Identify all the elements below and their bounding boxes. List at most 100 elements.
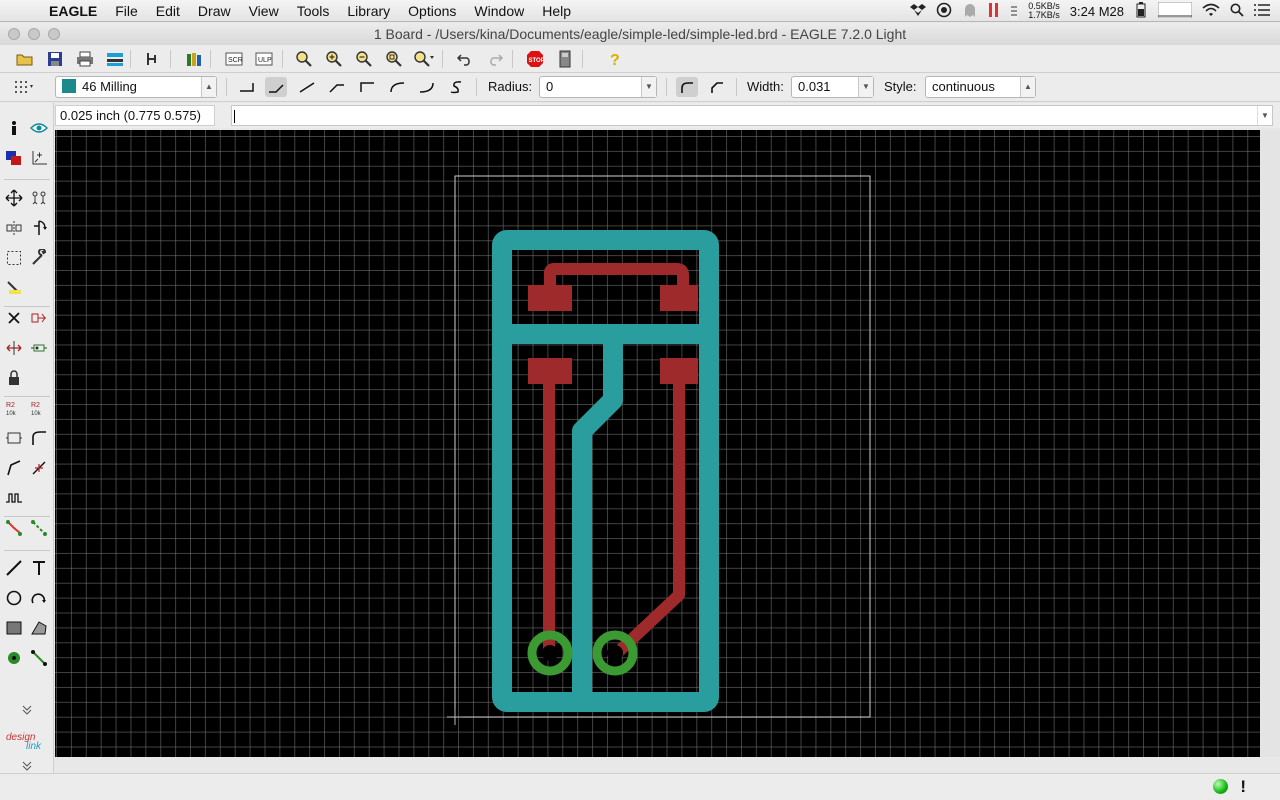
close-window-button[interactable] — [8, 28, 20, 40]
expand-palette-icon[interactable] — [16, 699, 38, 721]
rotate-icon[interactable] — [28, 217, 50, 239]
help-icon[interactable]: ? — [604, 49, 626, 69]
delete-icon[interactable] — [3, 307, 25, 329]
menu-view[interactable]: View — [240, 0, 288, 22]
dropbox-icon[interactable] — [910, 3, 927, 20]
route-icon[interactable] — [3, 517, 25, 539]
switch-to-schematic-icon[interactable] — [142, 49, 164, 69]
command-line-input[interactable]: ▼ — [231, 105, 1273, 126]
radius-select[interactable]: 0 ▼ — [539, 76, 657, 98]
miter-straight-icon[interactable] — [706, 77, 728, 97]
wire-bend-arc-icon[interactable] — [386, 77, 408, 97]
group-icon[interactable] — [3, 247, 25, 269]
show-eye-icon[interactable] — [28, 117, 50, 139]
display-layers-icon[interactable] — [3, 147, 25, 169]
menu-library[interactable]: Library — [338, 0, 399, 22]
minimize-window-button[interactable] — [28, 28, 40, 40]
chevron-down-icon[interactable]: ▼ — [1257, 106, 1272, 125]
grid-icon[interactable] — [13, 77, 35, 97]
menu-window[interactable]: Window — [465, 0, 533, 22]
add-icon[interactable] — [28, 307, 50, 329]
ghost-icon[interactable] — [962, 2, 978, 21]
wire-bend-free-icon[interactable] — [446, 77, 468, 97]
run-ulp-icon[interactable]: ULP — [253, 49, 275, 69]
wire-icon[interactable] — [3, 557, 25, 579]
vertical-scrollbar[interactable] — [1260, 130, 1280, 757]
name-label-icon[interactable]: R2 10k — [3, 397, 25, 419]
change-icon[interactable] — [28, 247, 50, 269]
undo-icon[interactable] — [454, 49, 476, 69]
status-alert[interactable]: ! — [1240, 777, 1246, 797]
wire-bend-45-icon[interactable] — [265, 77, 287, 97]
text-icon[interactable] — [28, 557, 50, 579]
zoom-out-icon[interactable] — [353, 49, 375, 69]
paste-icon[interactable] — [3, 277, 25, 299]
rect-icon[interactable] — [3, 617, 25, 639]
via-icon[interactable] — [3, 647, 25, 669]
style-select[interactable]: continuous ▲ — [925, 76, 1036, 98]
info-icon[interactable] — [3, 117, 25, 139]
zoom-in-icon[interactable] — [323, 49, 345, 69]
run-script-icon[interactable]: SCR — [223, 49, 245, 69]
menu-file[interactable]: File — [106, 0, 147, 22]
record-icon[interactable] — [936, 2, 952, 21]
stop-icon[interactable]: STOP — [524, 49, 546, 69]
ripup-icon[interactable] — [28, 517, 50, 539]
menu-tools[interactable]: Tools — [288, 0, 339, 22]
zoom-window-button[interactable] — [48, 28, 60, 40]
value-label-icon[interactable]: R2 10k — [28, 397, 50, 419]
palette-separator — [4, 179, 50, 180]
meander-icon[interactable] — [3, 487, 25, 509]
print-icon[interactable] — [74, 49, 96, 69]
lock-icon[interactable] — [3, 367, 25, 389]
redraw-icon[interactable] — [383, 49, 405, 69]
wifi-icon[interactable] — [1202, 3, 1220, 20]
miter-icon[interactable] — [28, 427, 50, 449]
mirror-icon[interactable] — [3, 217, 25, 239]
wire-bend-straight-icon[interactable] — [296, 77, 318, 97]
led-pad-hole — [607, 645, 623, 661]
pause-icon[interactable] — [988, 2, 1000, 21]
wire-bend-90-icon[interactable] — [236, 77, 258, 97]
use-library-icon[interactable] — [183, 49, 205, 69]
save-icon[interactable] — [44, 49, 66, 69]
cam-processor-icon[interactable] — [104, 49, 126, 69]
signal-icon[interactable] — [28, 647, 50, 669]
split-icon[interactable] — [3, 457, 25, 479]
wire-bend-arc-alt-icon[interactable] — [416, 77, 438, 97]
move-icon[interactable] — [3, 187, 25, 209]
wire-bend-45-alt-icon[interactable] — [326, 77, 348, 97]
smash-icon[interactable] — [3, 427, 25, 449]
name-icon[interactable] — [28, 337, 50, 359]
wire-bend-90-alt-icon[interactable] — [356, 77, 378, 97]
layer-select[interactable]: 46 Milling ▲ — [55, 76, 217, 98]
circle-icon[interactable] — [3, 587, 25, 609]
board-canvas[interactable] — [55, 130, 1260, 757]
menu-options[interactable]: Options — [399, 0, 465, 22]
polygon-icon[interactable] — [28, 617, 50, 639]
mark-icon[interactable] — [28, 147, 50, 169]
battery-icon[interactable] — [1134, 1, 1148, 21]
miter-round-icon[interactable] — [676, 77, 698, 97]
menu-help[interactable]: Help — [533, 0, 580, 22]
keyboard-layout-icon[interactable] — [1010, 1, 1019, 21]
clock[interactable]: 3:24 M28 — [1070, 4, 1124, 19]
arc-icon[interactable] — [28, 587, 50, 609]
chevron-down-icon: ▼ — [641, 77, 656, 97]
width-select[interactable]: 0.031 ▼ — [791, 76, 874, 98]
copy-group-icon[interactable] — [28, 187, 50, 209]
menu-app[interactable]: EAGLE — [40, 0, 106, 22]
optimize-icon[interactable] — [28, 457, 50, 479]
menu-edit[interactable]: Edit — [147, 0, 189, 22]
menu-draw[interactable]: Draw — [189, 0, 240, 22]
open-icon[interactable] — [14, 49, 36, 69]
zoom-select-icon[interactable] — [413, 49, 435, 69]
redo-icon[interactable] — [484, 49, 506, 69]
designlink-logo[interactable]: design link — [6, 733, 41, 752]
search-icon[interactable] — [1230, 3, 1244, 20]
go-icon[interactable] — [554, 49, 576, 69]
notification-center-icon[interactable] — [1254, 3, 1270, 19]
toolbar-separator — [210, 50, 211, 68]
replace-icon[interactable] — [3, 337, 25, 359]
zoom-to-fit-icon[interactable] — [293, 49, 315, 69]
